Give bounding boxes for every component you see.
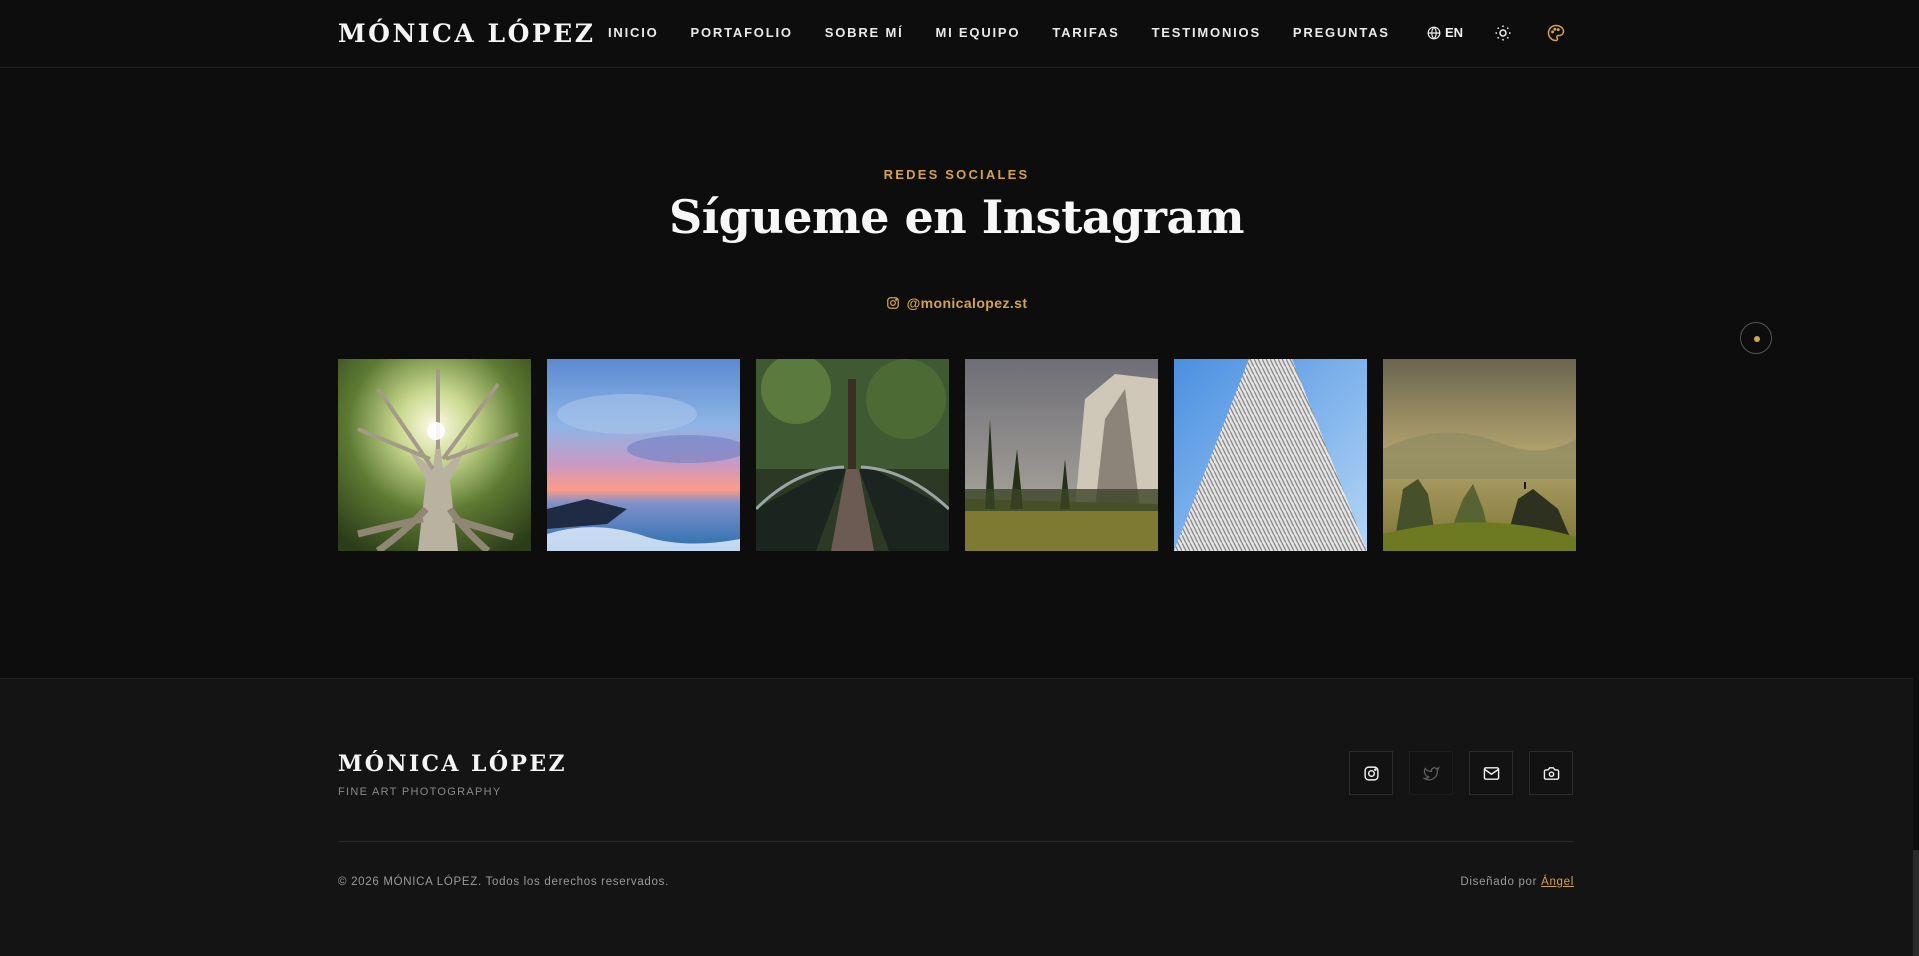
- nav-item-sobre-mi[interactable]: SOBRE MÍ: [825, 25, 904, 40]
- site-logo[interactable]: MÓNICA LÓPEZ: [338, 19, 595, 48]
- language-toggle[interactable]: EN: [1427, 25, 1463, 40]
- tree-image: [338, 359, 531, 551]
- seascape-image: [547, 359, 740, 551]
- social-links: [1349, 751, 1573, 795]
- social-camera-button[interactable]: [1529, 751, 1573, 795]
- footer-logo[interactable]: MÓNICA LÓPEZ: [338, 751, 567, 777]
- skyscraper-image: [1174, 359, 1367, 551]
- social-instagram-button[interactable]: [1349, 751, 1393, 795]
- photo-bridge[interactable]: [756, 359, 949, 551]
- nav-item-testimonios[interactable]: TESTIMONIOS: [1152, 25, 1261, 40]
- photo-skyscraper[interactable]: [1174, 359, 1367, 551]
- site-header: MÓNICA LÓPEZ INICIO PORTAFOLIO SOBRE MÍ …: [0, 0, 1919, 68]
- instagram-icon: [886, 297, 899, 309]
- nav-item-preguntas[interactable]: PREGUNTAS: [1293, 25, 1390, 40]
- language-label: EN: [1445, 25, 1464, 40]
- valley-image: [1383, 359, 1576, 551]
- cliff-image: [965, 359, 1158, 551]
- section-eyebrow: REDES SOCIALES: [883, 167, 1030, 182]
- nav-item-tarifas[interactable]: TARIFAS: [1052, 25, 1119, 40]
- instagram-gallery: [338, 359, 1576, 551]
- section-title: Sígueme en Instagram: [668, 190, 1245, 244]
- photo-seascape[interactable]: [547, 359, 740, 551]
- designer-credit: Diseñado por Ángel: [1460, 876, 1574, 888]
- palette-icon[interactable]: [1547, 24, 1565, 42]
- instagram-handle: @monicalopez.st: [906, 295, 1028, 311]
- camera-icon: [1543, 766, 1559, 780]
- mail-icon: [1483, 766, 1499, 780]
- footer-tagline: FINE ART PHOTOGRAPHY: [338, 786, 502, 798]
- photo-valley[interactable]: [1383, 359, 1576, 551]
- photo-tree[interactable]: [338, 359, 531, 551]
- instagram-icon: [1363, 765, 1379, 781]
- nav-item-inicio[interactable]: INICIO: [608, 25, 659, 40]
- social-twitter-button[interactable]: [1409, 751, 1453, 795]
- twitter-icon: [1422, 765, 1440, 781]
- instagram-handle-link[interactable]: @monicalopez.st: [0, 295, 1913, 311]
- bridge-image: [756, 359, 949, 551]
- designer-link[interactable]: Ángel: [1541, 876, 1574, 888]
- globe-icon: [1427, 26, 1441, 39]
- social-mail-button[interactable]: [1469, 751, 1513, 795]
- photo-cliff[interactable]: [965, 359, 1158, 551]
- nav-item-portafolio[interactable]: PORTAFOLIO: [691, 25, 793, 40]
- footer-divider: [338, 841, 1574, 842]
- copyright-text: © 2026 MÓNICA LÓPEZ. Todos los derechos …: [338, 876, 669, 888]
- sun-icon[interactable]: [1494, 24, 1512, 42]
- nav-item-mi-equipo[interactable]: MI EQUIPO: [935, 25, 1020, 40]
- scrollbar-thumb[interactable]: [1913, 850, 1919, 956]
- main-nav: INICIO PORTAFOLIO SOBRE MÍ MI EQUIPO TAR…: [608, 25, 1422, 40]
- site-footer: MÓNICA LÓPEZ FINE ART PHOTOGRAPHY © 2026…: [0, 678, 1913, 956]
- credit-prefix: Diseñado por: [1460, 876, 1538, 888]
- cursor-dot-button[interactable]: [1740, 322, 1772, 354]
